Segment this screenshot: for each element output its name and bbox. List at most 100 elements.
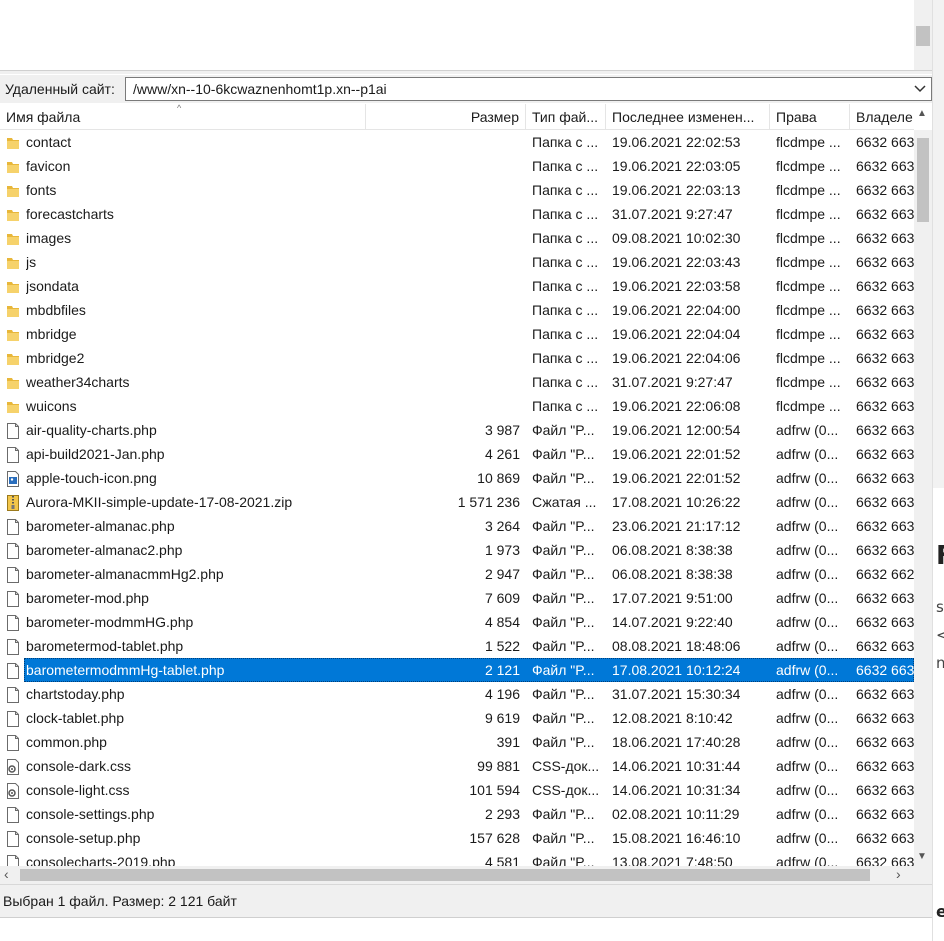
- file-row[interactable]: apple-touch-icon.png 10 869 Файл "P... 19.0…: [0, 466, 914, 490]
- background-window-text: s: [936, 598, 944, 616]
- file-row[interactable]: barometer-almanacmmHg2.php 2 947 Файл "P..…: [0, 562, 914, 586]
- folder-row[interactable]: contact Папка с ... 19.06.2021 22:02:53 flc…: [0, 130, 914, 154]
- folder-icon: [6, 182, 20, 198]
- cell-perms: adfrw (0...: [776, 590, 839, 606]
- remote-path-combobox[interactable]: /www/xn--10-6kcwaznenhomt1p.xn--p1ai: [125, 77, 932, 101]
- file-row[interactable]: barometermod-tablet.php 1 522 Файл "P... 08…: [0, 634, 914, 658]
- file-row[interactable]: air-quality-charts.php 3 987 Файл "P... 19.…: [0, 418, 914, 442]
- file-icon: [6, 686, 20, 703]
- column-header-size[interactable]: Размер: [366, 104, 526, 130]
- zip-file-icon: [6, 494, 20, 511]
- folder-row[interactable]: wuicons Папка с ... 19.06.2021 22:06:08 flc…: [0, 394, 914, 418]
- folder-row[interactable]: images Папка с ... 09.08.2021 10:02:30 flcd…: [0, 226, 914, 250]
- folder-row[interactable]: js Папка с ... 19.06.2021 22:03:43 flcdmpe …: [0, 250, 914, 274]
- cell-modified: 19.06.2021 22:02:53: [612, 134, 741, 150]
- cell-name: weather34charts: [26, 374, 130, 390]
- cell-size: 157 628: [469, 830, 520, 846]
- cell-perms: adfrw (0...: [776, 566, 839, 582]
- cell-modified: 19.06.2021 22:01:52: [612, 446, 741, 462]
- cell-perms: adfrw (0...: [776, 614, 839, 630]
- cell-name: barometer-almanac.php: [26, 518, 175, 534]
- cell-size: 4 261: [484, 446, 520, 462]
- scroll-right-icon[interactable]: ›: [896, 866, 901, 882]
- file-row[interactable]: clock-tablet.php 9 619 Файл "P... 12.08.202…: [0, 706, 914, 730]
- file-row[interactable]: barometer-mod.php 7 609 Файл "P... 17.07.20…: [0, 586, 914, 610]
- scrollbar-thumb[interactable]: [916, 26, 930, 46]
- cell-modified: 17.08.2021 10:26:22: [612, 494, 741, 510]
- cell-name: jsondata: [26, 278, 79, 294]
- cell-owner: 6632 663...: [856, 446, 914, 462]
- folder-row[interactable]: mbdbfiles Папка с ... 19.06.2021 22:04:00 f…: [0, 298, 914, 322]
- column-header-modified[interactable]: Последнее изменен...: [606, 104, 770, 130]
- file-row[interactable]: barometermodmmHg-tablet.php 2 121 Файл "P.…: [0, 658, 914, 682]
- cell-owner: 6632 663...: [856, 638, 914, 654]
- folder-row[interactable]: mbridge2 Папка с ... 19.06.2021 22:04:06 fl…: [0, 346, 914, 370]
- folder-row[interactable]: fonts Папка с ... 19.06.2021 22:03:13 flcdm…: [0, 178, 914, 202]
- cell-name: mbdbfiles: [26, 302, 86, 318]
- file-row[interactable]: Aurora-MKII-simple-update-17-08-2021.zip…: [0, 490, 914, 514]
- cell-perms: flcdmpe ...: [776, 254, 841, 270]
- cell-type: Папка с ...: [532, 302, 599, 318]
- cell-owner: 6632 663...: [856, 710, 914, 726]
- column-header-type[interactable]: Тип фай...: [526, 104, 606, 130]
- selection-status-text: Выбран 1 файл. Размер: 2 121 байт: [3, 893, 237, 909]
- scrollbar-thumb[interactable]: [917, 138, 929, 222]
- file-row[interactable]: barometer-modmmHG.php 4 854 Файл "P... 14.0…: [0, 610, 914, 634]
- column-header-name[interactable]: Имя файла: [0, 104, 366, 130]
- cell-owner: 6632 663...: [856, 614, 914, 630]
- pane-splitter[interactable]: [0, 70, 932, 74]
- cell-size: 2 947: [484, 566, 520, 582]
- folder-row[interactable]: favicon Папка с ... 19.06.2021 22:03:05 flc…: [0, 154, 914, 178]
- file-row[interactable]: console-light.css 101 594 CSS-док... 14.06.…: [0, 778, 914, 802]
- file-row[interactable]: barometer-almanac2.php 1 973 Файл "P... 06.…: [0, 538, 914, 562]
- file-list-horizontal-scrollbar[interactable]: ‹ ›: [0, 866, 914, 884]
- cell-type: Папка с ...: [532, 182, 599, 198]
- cell-size: 101 594: [469, 782, 520, 798]
- cell-owner: 6632 663...: [856, 158, 914, 174]
- column-header-permissions[interactable]: Права: [770, 104, 850, 130]
- cell-type: Сжатая ...: [532, 494, 597, 510]
- cell-modified: 19.06.2021 22:04:00: [612, 302, 741, 318]
- file-row[interactable]: console-dark.css 99 881 CSS-док... 14.06.20…: [0, 754, 914, 778]
- scrollbar-thumb[interactable]: [20, 869, 870, 881]
- file-row[interactable]: consolecharts-2019.php 4 581 Файл "P... 13.…: [0, 850, 914, 866]
- folder-icon: [6, 230, 20, 246]
- file-icon: [6, 638, 20, 655]
- chevron-down-icon[interactable]: [913, 81, 927, 97]
- cell-type: Папка с ...: [532, 206, 599, 222]
- cell-perms: adfrw (0...: [776, 518, 839, 534]
- file-row[interactable]: barometer-almanac.php 3 264 Файл "P... 23.0…: [0, 514, 914, 538]
- cell-size: 10 869: [477, 470, 520, 486]
- file-row[interactable]: console-setup.php 157 628 Файл "P... 15.08.…: [0, 826, 914, 850]
- cell-owner: 6632 663...: [856, 230, 914, 246]
- file-row[interactable]: common.php 391 Файл "P... 18.06.2021 17:40:…: [0, 730, 914, 754]
- scroll-down-icon[interactable]: ▼: [917, 851, 927, 862]
- folder-row[interactable]: weather34charts Папка с ... 31.07.2021 9:2…: [0, 370, 914, 394]
- cell-modified: 14.06.2021 10:31:44: [612, 758, 741, 774]
- column-header-owner[interactable]: Владеле...: [850, 104, 914, 130]
- folder-row[interactable]: mbridge Папка с ... 19.06.2021 22:04:04 flc…: [0, 322, 914, 346]
- cell-modified: 31.07.2021 9:27:47: [612, 374, 733, 390]
- column-label: Владеле...: [856, 109, 914, 125]
- file-icon: [6, 614, 20, 631]
- cell-owner: 6632 663...: [856, 182, 914, 198]
- folder-icon: [6, 326, 20, 342]
- remote-path-value[interactable]: /www/xn--10-6kcwaznenhomt1p.xn--p1ai: [133, 81, 387, 97]
- file-row[interactable]: console-settings.php 2 293 Файл "P... 02.08…: [0, 802, 914, 826]
- file-list-vertical-scrollbar[interactable]: ▲ ▼: [914, 108, 932, 866]
- folder-row[interactable]: forecastcharts Папка с ... 31.07.2021 9:27…: [0, 202, 914, 226]
- folder-icon: [6, 350, 20, 366]
- cell-name: common.php: [26, 734, 107, 750]
- cell-size: [364, 322, 520, 346]
- message-log-scrollbar[interactable]: [914, 0, 932, 70]
- scroll-left-icon[interactable]: ‹: [4, 866, 9, 882]
- file-row[interactable]: chartstoday.php 4 196 Файл "P... 31.07.2021…: [0, 682, 914, 706]
- cell-modified: 31.07.2021 15:30:34: [612, 686, 741, 702]
- cell-owner: 6632 663...: [856, 326, 914, 342]
- folder-icon: [6, 254, 20, 270]
- file-row[interactable]: api-build2021-Jan.php 4 261 Файл "P... 19.0…: [0, 442, 914, 466]
- remote-file-list[interactable]: Имя файла ^ Размер Тип фай... Последнее …: [0, 104, 914, 866]
- folder-row[interactable]: jsondata Папка с ... 19.06.2021 22:03:58 fl…: [0, 274, 914, 298]
- scroll-up-icon[interactable]: ▲: [917, 108, 927, 119]
- cell-perms: flcdmpe ...: [776, 326, 841, 342]
